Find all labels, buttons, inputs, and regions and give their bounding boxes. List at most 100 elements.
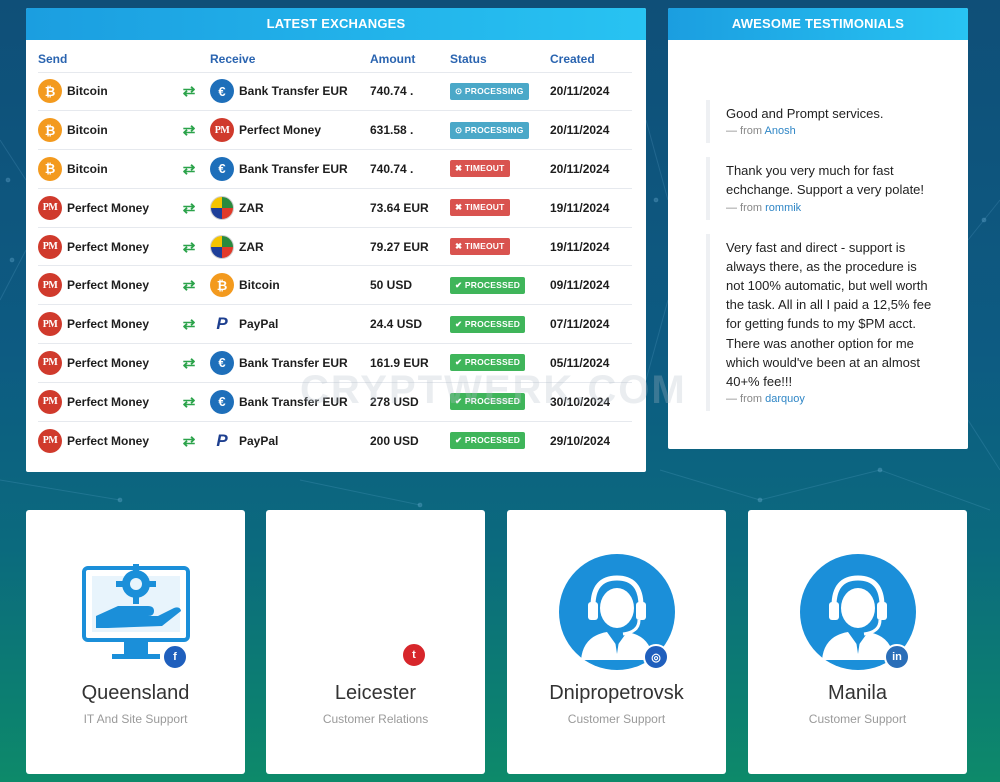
amount-cell: 79.27 EUR: [370, 226, 450, 266]
team-card-dnipropetrovsk: ◎ Dnipropetrovsk Customer Support: [507, 510, 726, 774]
created-cell: 19/11/2024: [550, 226, 632, 266]
status-text: PROCESSED: [464, 318, 521, 329]
status-glyph: ✔: [455, 357, 465, 368]
receive-currency: Bank Transfer EUR: [239, 84, 348, 99]
perfect-money-icon: PM: [38, 312, 62, 337]
receive-currency: PayPal: [239, 433, 279, 448]
receive-cell: € Bank Transfer EUR: [210, 149, 370, 189]
status-glyph: ⊙: [455, 124, 465, 135]
facebook-icon[interactable]: f: [162, 644, 188, 670]
paypal-icon: P: [216, 314, 228, 334]
send-currency: Bitcoin: [67, 123, 108, 138]
team-name: Queensland: [81, 682, 190, 704]
status-cell: ✔ PROCESSED: [450, 265, 550, 305]
latest-exchanges-title: LATEST EXCHANGES: [26, 8, 646, 40]
status-glyph: ✔: [455, 279, 465, 290]
receive-cell: € Bank Transfer EUR: [210, 343, 370, 383]
table-row[interactable]: PM Perfect Money ⇄ ZAR 73.64 EUR ✖ TIMEOUT 19/…: [38, 187, 632, 228]
status-glyph: ✖: [455, 241, 465, 252]
swap-cell: ⇄: [178, 187, 210, 228]
receive-cell: ₿ Bitcoin: [210, 265, 370, 305]
team-card-leicester: t Leicester Customer Relations: [266, 510, 485, 774]
testimonial-author[interactable]: darquoy: [765, 393, 805, 405]
testimonials-title: AWESOME TESTIMONIALS: [668, 8, 968, 40]
table-row[interactable]: PM Perfect Money ⇄ € Bank Transfer EUR 278 US…: [38, 381, 632, 422]
send-currency: Perfect Money: [67, 317, 150, 332]
instagram-icon[interactable]: ◎: [643, 644, 669, 670]
receive-currency: ZAR: [239, 239, 264, 254]
status-text: TIMEOUT: [464, 163, 505, 174]
receive-currency: Bank Transfer EUR: [239, 394, 348, 409]
send-currency: Perfect Money: [67, 355, 150, 370]
table-row[interactable]: PM Perfect Money ⇄ P PayPal 200 USD ✔ PROCESSE…: [38, 420, 632, 460]
send-cell: ₿ Bitcoin: [38, 110, 178, 150]
receive-cell: ZAR: [210, 226, 370, 266]
created-cell: 19/11/2024: [550, 187, 632, 228]
testimonial-quote: Very fast and direct - support is always…: [706, 233, 958, 412]
send-cell: PM Perfect Money: [38, 343, 178, 383]
linkedin-icon[interactable]: in: [884, 644, 910, 670]
table-row[interactable]: PM Perfect Money ⇄ P PayPal 24.4 USD ✔ PROCESS…: [38, 304, 632, 344]
exchange-arrows-icon: ⇄: [182, 83, 196, 101]
testimonial-text: Very fast and direct - support is always…: [726, 239, 932, 390]
swap-cell: ⇄: [178, 381, 210, 422]
twitter-icon[interactable]: t: [401, 642, 427, 668]
receive-cell: PM Perfect Money: [210, 110, 370, 150]
from-prefix: — from: [726, 125, 763, 138]
receive-currency: Perfect Money: [239, 123, 322, 138]
status-text: PROCESSED: [464, 396, 521, 407]
team-role: IT And Site Support: [83, 712, 188, 726]
status-glyph: ✔: [455, 396, 465, 407]
exchange-arrows-icon: ⇄: [182, 354, 196, 372]
testimonial-quote: Thank you very much for fast echchange. …: [706, 157, 958, 220]
send-cell: PM Perfect Money: [38, 304, 178, 344]
send-currency: Perfect Money: [67, 200, 150, 215]
exchange-arrows-icon: ⇄: [182, 277, 196, 295]
created-cell: 20/11/2024: [550, 110, 632, 150]
swap-cell: ⇄: [178, 149, 210, 189]
status-badge: ⊙ PROCESSING: [450, 82, 529, 100]
exchange-arrows-icon: ⇄: [182, 393, 196, 411]
testimonial-text: Good and Prompt services.: [726, 106, 884, 121]
col-spacer: [178, 46, 210, 72]
table-row[interactable]: PM Perfect Money ⇄ ZAR 79.27 EUR ✖ TIMEOUT 19/…: [38, 226, 632, 266]
send-currency: Perfect Money: [67, 433, 150, 448]
created-cell: 07/11/2024: [550, 304, 632, 344]
testimonial-author[interactable]: rommik: [765, 202, 801, 214]
amount-cell: 200 USD: [370, 420, 450, 460]
exchange-arrows-icon: ⇄: [182, 316, 196, 334]
exchange-arrows-icon: ⇄: [182, 238, 196, 256]
swap-cell: ⇄: [178, 265, 210, 305]
table-row[interactable]: ₿ Bitcoin ⇄ € Bank Transfer EUR 740.74 . ✖ TIM…: [38, 149, 632, 189]
team-role: Customer Support: [808, 712, 907, 726]
euro-icon: €: [210, 79, 234, 104]
from-prefix: — from: [726, 393, 763, 406]
created-cell: 20/11/2024: [550, 71, 632, 111]
perfect-money-icon: PM: [38, 195, 62, 220]
euro-icon: €: [210, 156, 234, 181]
status-badge: ✔ PROCESSED: [450, 315, 526, 333]
status-cell: ✔ PROCESSED: [450, 420, 550, 460]
south-africa-flag-icon: [210, 234, 234, 259]
receive-cell: € Bank Transfer EUR: [210, 381, 370, 422]
table-row[interactable]: ₿ Bitcoin ⇄ € Bank Transfer EUR 740.74 . ⊙ PRO…: [38, 71, 632, 111]
table-row[interactable]: ₿ Bitcoin ⇄ PM Perfect Money 631.58 . ⊙ PROCES…: [38, 110, 632, 150]
testimonial-quote: Good and Prompt services. — from Anosh: [706, 100, 958, 144]
receive-currency: Bank Transfer EUR: [239, 161, 348, 176]
send-currency: Bitcoin: [67, 161, 108, 176]
perfect-money-icon: PM: [210, 118, 234, 143]
receive-cell: P PayPal: [210, 304, 370, 344]
amount-cell: 631.58 .: [370, 110, 450, 150]
table-row[interactable]: PM Perfect Money ⇄ ₿ Bitcoin 50 USD ✔ PROCESSE…: [38, 265, 632, 305]
status-text: TIMEOUT: [464, 241, 505, 252]
table-row[interactable]: PM Perfect Money ⇄ € Bank Transfer EUR 161.9 …: [38, 343, 632, 383]
status-glyph: ✔: [455, 318, 465, 329]
swap-cell: ⇄: [178, 110, 210, 150]
swap-cell: ⇄: [178, 226, 210, 266]
testimonial-author[interactable]: Anosh: [765, 125, 796, 137]
created-cell: 30/10/2024: [550, 381, 632, 422]
receive-cell: € Bank Transfer EUR: [210, 71, 370, 111]
status-badge: ✔ PROCESSED: [450, 354, 526, 372]
status-badge: ✔ PROCESSED: [450, 432, 526, 450]
status-cell: ✖ TIMEOUT: [450, 187, 550, 228]
